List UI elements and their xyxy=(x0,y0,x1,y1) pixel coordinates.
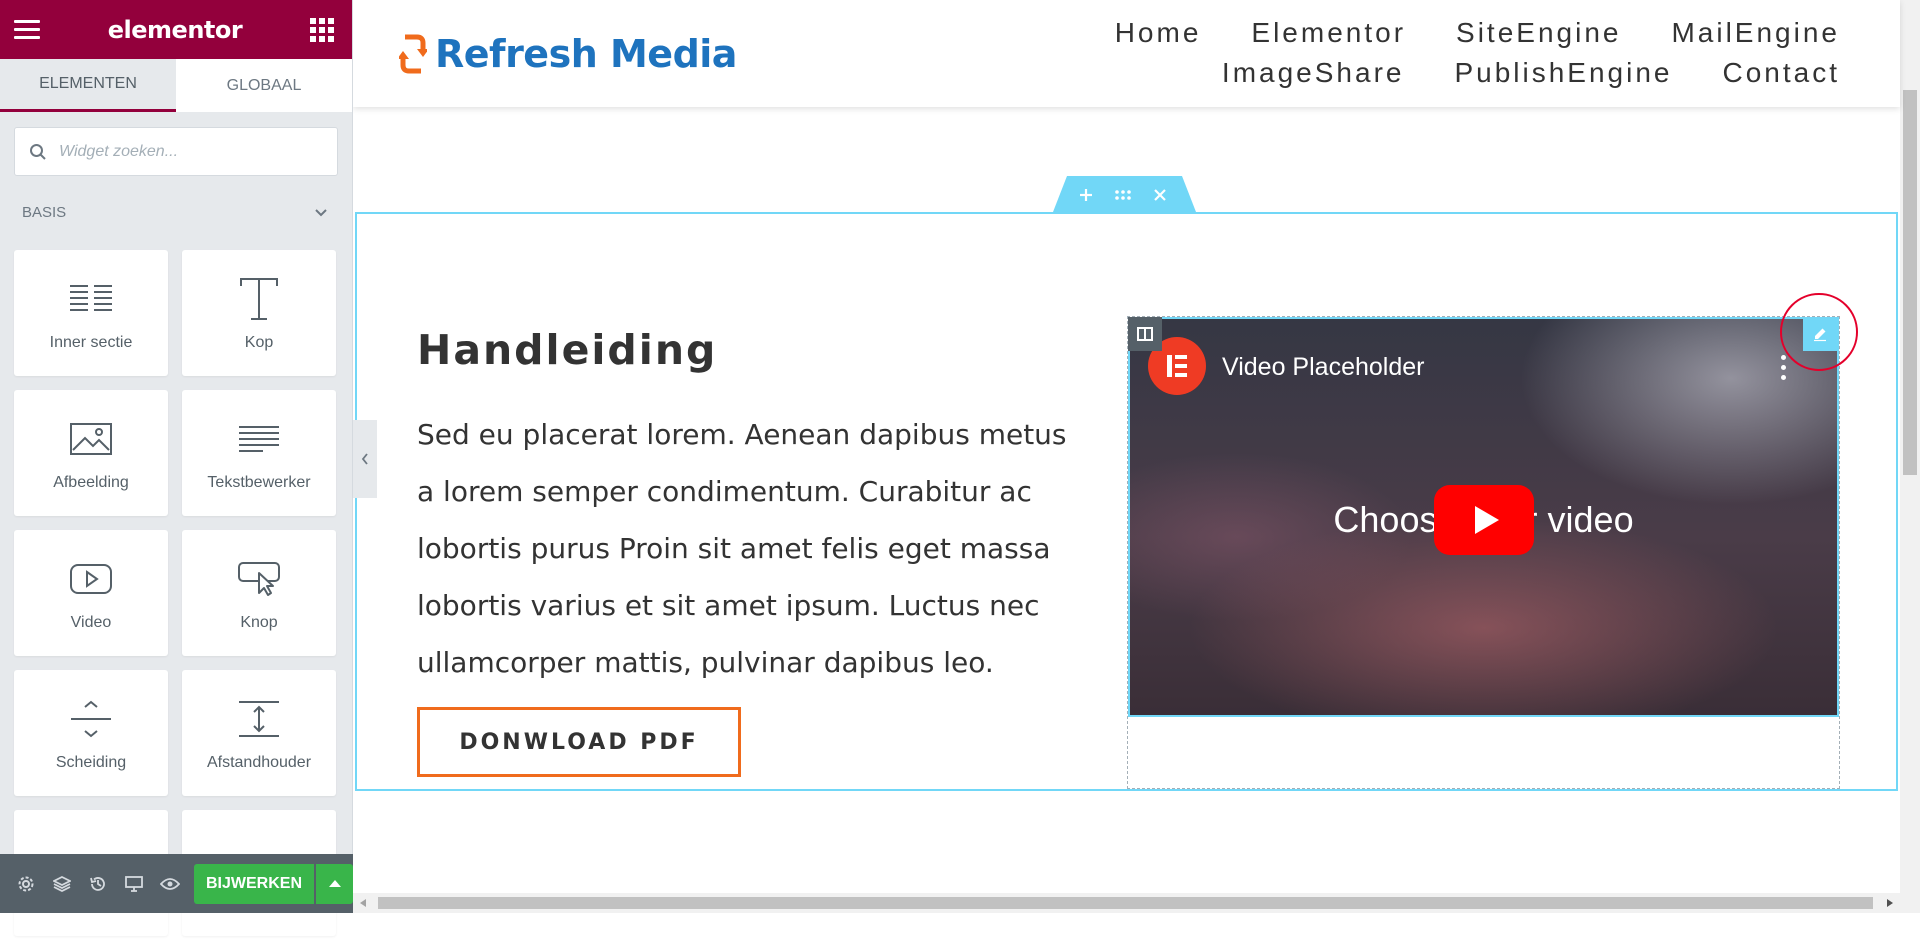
brand-name: Refresh Media xyxy=(435,32,737,76)
spacer-icon xyxy=(239,701,279,737)
widget-video[interactable]: Video xyxy=(14,530,168,656)
divider-icon xyxy=(71,700,111,738)
menu-icon[interactable] xyxy=(14,15,40,44)
widget-label: Inner sectie xyxy=(49,334,133,351)
refresh-logo-icon xyxy=(399,34,427,74)
highlight-ring xyxy=(1780,293,1858,371)
column-handle[interactable] xyxy=(1128,317,1162,351)
vertical-scroll-thumb[interactable] xyxy=(1903,90,1917,475)
horizontal-scrollbar[interactable] xyxy=(353,893,1920,913)
main-nav: Home Elementor SiteEngine MailEngine Ima… xyxy=(880,18,1840,88)
section-handle xyxy=(1053,176,1196,212)
widget-spacer[interactable]: Afstandhouder xyxy=(182,670,336,796)
preview-button[interactable] xyxy=(152,866,188,902)
nav-home[interactable]: Home xyxy=(1115,18,1202,48)
layers-icon xyxy=(53,875,71,892)
nav-contact[interactable]: Contact xyxy=(1723,58,1841,88)
eye-icon xyxy=(160,877,180,890)
widget-divider[interactable]: Scheiding xyxy=(14,670,168,796)
inner-section-icon xyxy=(70,285,112,311)
brand-logo[interactable]: Refresh Media xyxy=(399,32,737,76)
search-box xyxy=(14,127,338,176)
widget-label: Afbeelding xyxy=(53,474,129,491)
collapse-panel-handle[interactable] xyxy=(353,420,377,498)
widget-label: Scheiding xyxy=(55,754,127,771)
widget-image[interactable]: Afbeelding xyxy=(14,390,168,516)
history-icon xyxy=(90,876,105,891)
widget-label: Kop xyxy=(244,334,274,351)
panel-tabs: ELEMENTEN GLOBAAL xyxy=(0,59,352,112)
text-editor-icon xyxy=(239,426,279,452)
horizontal-scroll-thumb[interactable] xyxy=(378,897,1873,909)
navigator-button[interactable] xyxy=(44,866,80,902)
nav-mailengine[interactable]: MailEngine xyxy=(1671,18,1840,48)
preview-area: Refresh Media Home Elementor SiteEngine … xyxy=(353,0,1920,913)
body-text: Sed eu placerat lorem. Aenean dapibus me… xyxy=(417,418,1067,679)
video-column[interactable]: Video Placeholder Choose your video xyxy=(1127,316,1840,789)
image-icon xyxy=(70,423,112,455)
widget-grid: Inner sectie Kop Afbeelding Tekstbewerke… xyxy=(0,234,352,952)
chevron-down-icon xyxy=(315,208,327,216)
update-button[interactable]: BIJWERKEN xyxy=(194,863,314,904)
chevron-left-icon xyxy=(361,453,368,465)
search-icon xyxy=(30,143,46,160)
editor-section[interactable]: Handleiding Sed eu placerat lorem. Aenea… xyxy=(355,212,1898,791)
caret-up-icon xyxy=(328,880,341,887)
category-label: BASIS xyxy=(22,204,67,221)
responsive-button[interactable] xyxy=(116,866,152,902)
category-header[interactable]: BASIS xyxy=(0,191,352,234)
widget-button[interactable]: Knop xyxy=(182,530,336,656)
scroll-right-arrow-icon[interactable] xyxy=(1885,898,1895,908)
widget-label: Tekstbewerker xyxy=(207,474,311,491)
nav-siteengine[interactable]: SiteEngine xyxy=(1456,18,1621,48)
tab-global[interactable]: GLOBAAL xyxy=(176,59,352,112)
scroll-left-arrow-icon[interactable] xyxy=(358,898,368,908)
elementor-e-icon xyxy=(1167,355,1187,377)
gear-icon xyxy=(18,876,34,891)
vertical-scrollbar[interactable] xyxy=(1900,0,1920,893)
widget-label: Afstandhouder xyxy=(206,754,312,771)
tab-elements[interactable]: ELEMENTEN xyxy=(0,59,176,112)
widget-search-input[interactable] xyxy=(59,142,309,161)
desktop-icon xyxy=(125,875,143,892)
page-heading: Handleiding xyxy=(417,326,718,374)
history-button[interactable] xyxy=(80,866,116,902)
site-header: Refresh Media Home Elementor SiteEngine … xyxy=(353,0,1900,107)
panel-footer: BIJWERKEN xyxy=(0,854,353,913)
settings-button[interactable] xyxy=(8,866,44,902)
search-wrapper xyxy=(0,112,352,191)
widget-heading[interactable]: Kop xyxy=(182,250,336,376)
panel-header: elementor xyxy=(0,0,352,59)
widget-label: Knop xyxy=(240,614,278,631)
video-title[interactable]: Video Placeholder xyxy=(1222,353,1424,382)
download-pdf-button[interactable]: DONWLOAD PDF xyxy=(417,707,741,777)
widget-label: Video xyxy=(70,614,112,631)
column-icon xyxy=(1137,327,1153,341)
button-icon xyxy=(238,562,280,596)
widget-inner-section[interactable]: Inner sectie xyxy=(14,250,168,376)
video-player[interactable]: Video Placeholder Choose your video xyxy=(1128,317,1839,717)
video-icon xyxy=(70,564,112,594)
nav-imageshare[interactable]: ImageShare xyxy=(1222,58,1405,88)
play-button[interactable] xyxy=(1434,485,1534,555)
more-options-icon[interactable] xyxy=(1781,355,1787,385)
widgets-grid-icon[interactable] xyxy=(309,17,334,42)
play-icon xyxy=(1475,506,1499,534)
elementor-logo: elementor xyxy=(107,15,243,44)
widget-text-editor[interactable]: Tekstbewerker xyxy=(182,390,336,516)
update-options-button[interactable] xyxy=(316,863,353,904)
heading-icon xyxy=(240,278,278,320)
elementor-panel: elementor ELEMENTEN GLOBAAL BASIS Inner … xyxy=(0,0,353,936)
nav-elementor[interactable]: Elementor xyxy=(1251,18,1406,48)
nav-publishengine[interactable]: PublishEngine xyxy=(1454,58,1672,88)
